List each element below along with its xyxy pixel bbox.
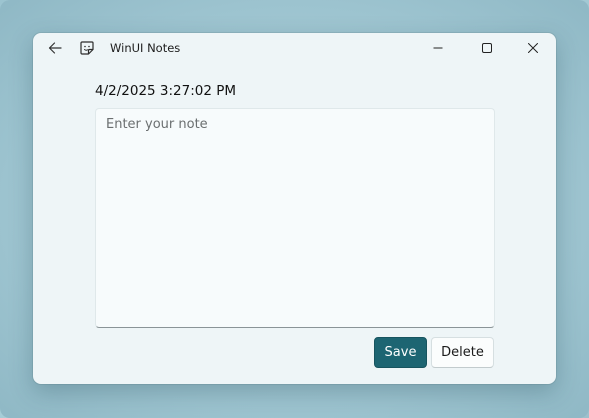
- note-input[interactable]: [95, 108, 495, 328]
- minimize-button[interactable]: [421, 33, 455, 63]
- maximize-icon: [482, 43, 492, 53]
- note-timestamp: 4/2/2025 3:27:02 PM: [95, 83, 237, 99]
- app-logo: [75, 33, 99, 63]
- window-title: WinUI Notes: [110, 41, 181, 55]
- close-button[interactable]: [516, 33, 550, 63]
- sticky-note-icon: [80, 41, 94, 55]
- minimize-icon: [433, 47, 443, 49]
- delete-button[interactable]: Delete: [431, 337, 494, 368]
- title-bar[interactable]: WinUI Notes: [33, 33, 556, 63]
- arrow-left-icon: [48, 42, 62, 54]
- save-button[interactable]: Save: [374, 337, 427, 368]
- app-window: WinUI Notes 4/2/2025 3:27:02 PM Save Del…: [33, 33, 556, 384]
- maximize-button[interactable]: [470, 33, 504, 63]
- close-icon: [528, 43, 538, 53]
- back-button[interactable]: [41, 33, 69, 63]
